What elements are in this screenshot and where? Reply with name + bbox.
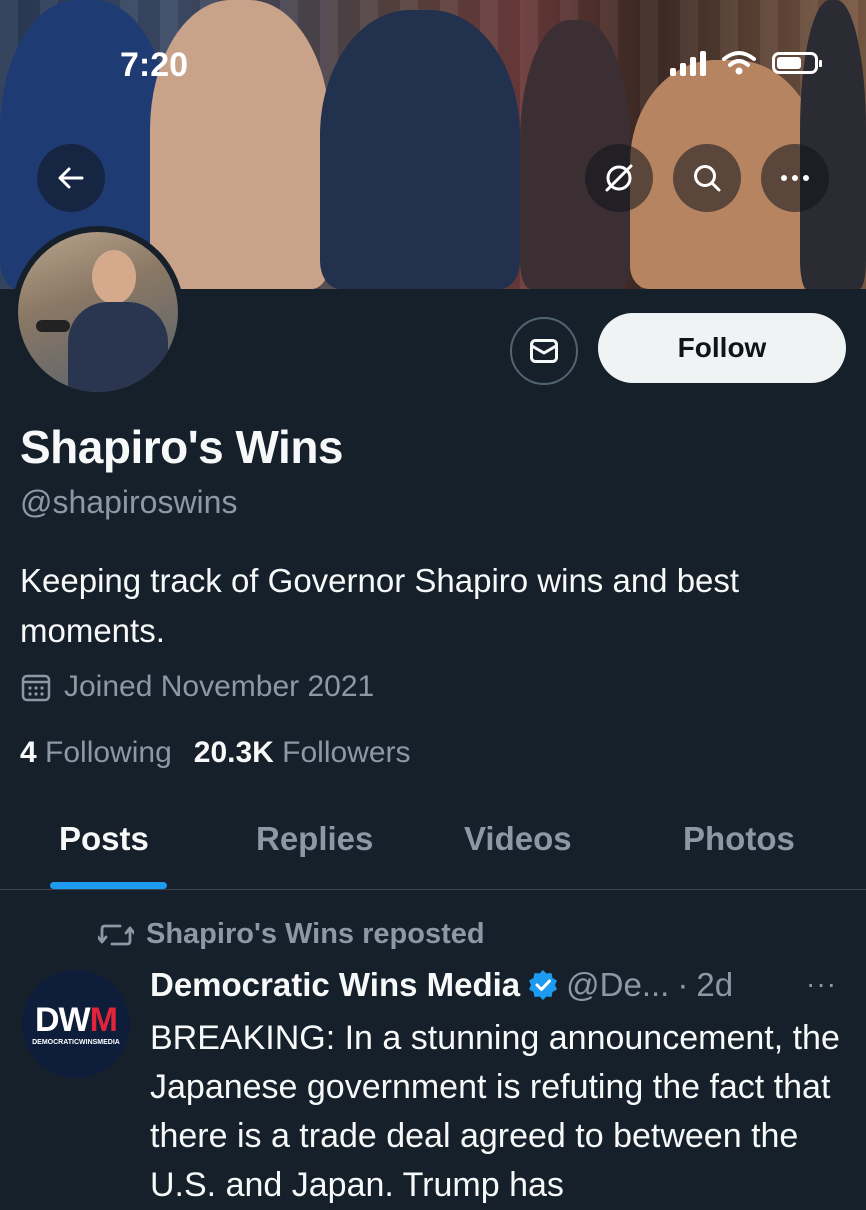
following-count: 4 [20,736,37,769]
message-button[interactable] [510,317,578,385]
dwm-logo: DWM [35,1000,118,1039]
back-arrow-icon [58,167,84,189]
followers-count: 20.3K [193,736,274,769]
tab-replies[interactable]: Replies [256,820,373,858]
dwm-logo-accent: M [89,1000,118,1039]
post-time[interactable]: 2d [696,966,733,1004]
banner-figure [150,0,330,289]
post-separator: · [677,966,689,1003]
profile-tabs: Posts Replies Videos Photos [0,800,866,890]
banner-figure [320,10,520,289]
signal-icon [670,50,706,76]
post-more-button[interactable]: ··· [806,968,837,1000]
profile-bio: Keeping track of Governor Shapiro wins a… [20,562,740,649]
avatar-microphone [36,320,70,332]
mail-icon [530,339,558,363]
search-button[interactable] [673,144,741,212]
profile-avatar[interactable] [12,226,184,398]
avatar-person-body [68,302,168,392]
post-text[interactable]: BREAKING: In a stunning announcement, th… [150,1014,856,1210]
post-header: Democratic Wins Media @De... · 2d [150,966,733,1004]
joined-label: Joined November 2021 [64,670,375,703]
wifi-icon [722,51,756,75]
following-link[interactable]: 4 Following [20,736,172,770]
profile-name: Shapiro's Wins [20,421,344,473]
repost-label: Shapiro's Wins reposted [146,918,485,950]
avatar-person-head [92,250,136,304]
post-author-name[interactable]: Democratic Wins Media [150,966,520,1004]
repost-indicator[interactable]: Shapiro's Wins reposted [98,918,485,951]
post-author-avatar[interactable]: DWM DEMOCRATICWINSMEDIA [22,970,130,1078]
followers-label: Followers [282,736,411,769]
profile-handle: @shapiroswins [20,484,238,520]
tab-posts[interactable]: Posts [59,820,149,858]
translate-off-button[interactable] [585,144,653,212]
translate-off-icon [605,164,633,192]
active-tab-indicator [50,882,167,889]
back-button[interactable] [37,144,105,212]
repost-icon [98,924,134,945]
joined-date: Joined November 2021 [20,670,374,704]
dwm-logo-subtitle: DEMOCRATICWINSMEDIA [32,1038,120,1046]
follow-counts: 4 Following 20.3K Followers [20,736,411,770]
more-icon [781,175,809,181]
follow-button[interactable]: Follow [598,313,846,383]
search-icon [694,165,721,192]
status-time: 7:20 [120,46,189,84]
tab-videos[interactable]: Videos [464,820,572,858]
tab-photos[interactable]: Photos [683,820,795,858]
dwm-logo-text: DW [35,1000,91,1039]
verified-badge-icon [529,970,558,1000]
followers-link[interactable]: 20.3K Followers [194,736,411,770]
battery-icon [772,52,822,74]
calendar-icon [21,674,51,702]
avatar-image [18,232,178,392]
post-author-handle[interactable]: @De... [566,966,669,1004]
more-button[interactable] [761,144,829,212]
status-icons [670,50,822,76]
banner-figure [800,0,866,289]
following-label: Following [45,736,172,769]
